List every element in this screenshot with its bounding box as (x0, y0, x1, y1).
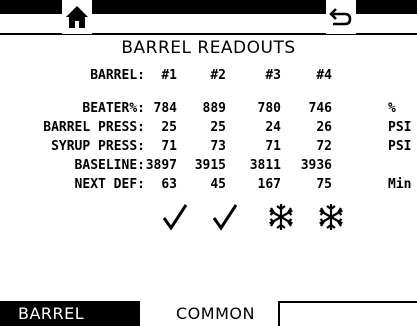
row-value: 889 (202, 101, 226, 116)
check-icon (162, 204, 188, 231)
barrel-header-row: BARREL: #1 #2 #3 #4 (0, 68, 417, 88)
back-arrow-icon (329, 8, 352, 26)
barrel-id-4: #4 (316, 68, 332, 83)
home-icon (66, 6, 88, 28)
syrup-press-row: SYRUP PRESS: 71 73 71 72 PSI (0, 139, 417, 159)
row-value: 75 (316, 177, 332, 192)
back-button[interactable] (326, 0, 356, 34)
row-unit: PSI (388, 120, 412, 135)
baseline-row: BASELINE: 3897 3915 3811 3936 (0, 158, 417, 178)
row-value: 26 (316, 120, 332, 135)
page-title: BARREL READOUTS (121, 38, 296, 58)
row-value: 3915 (194, 158, 226, 173)
row-value: 3936 (300, 158, 332, 173)
row-value: 72 (316, 139, 332, 154)
row-value: 25 (210, 120, 226, 135)
barrel-readouts-screen: BARREL READOUTS BARREL: #1 #2 #3 #4 BEAT… (0, 0, 417, 326)
snowflake-icon (319, 204, 343, 230)
barrel-press-row: BARREL PRESS: 25 25 24 26 PSI (0, 120, 417, 140)
next-def-row: NEXT DEF: 63 45 167 75 Min (0, 177, 417, 197)
snowflake-icon (269, 204, 293, 230)
top-bar (0, 0, 417, 35)
tab-barrel-label: BARREL (18, 304, 85, 323)
tab-barrel[interactable]: BARREL (0, 301, 140, 326)
row-unit: % (388, 101, 396, 116)
home-button[interactable] (62, 0, 92, 34)
row-value: 73 (210, 139, 226, 154)
beater-row: BEATER%: 784 889 780 746 % (0, 101, 417, 121)
row-unit: Min (388, 177, 412, 192)
tab-common[interactable]: COMMON (140, 301, 280, 326)
row-value: 746 (308, 101, 332, 116)
barrel-id-2: #2 (210, 68, 226, 83)
bottom-tab-bar: BARREL COMMON (0, 301, 417, 326)
row-unit: PSI (388, 139, 412, 154)
check-icon (212, 204, 238, 231)
row-value: 45 (210, 177, 226, 192)
tab-common-label: COMMON (176, 304, 255, 323)
